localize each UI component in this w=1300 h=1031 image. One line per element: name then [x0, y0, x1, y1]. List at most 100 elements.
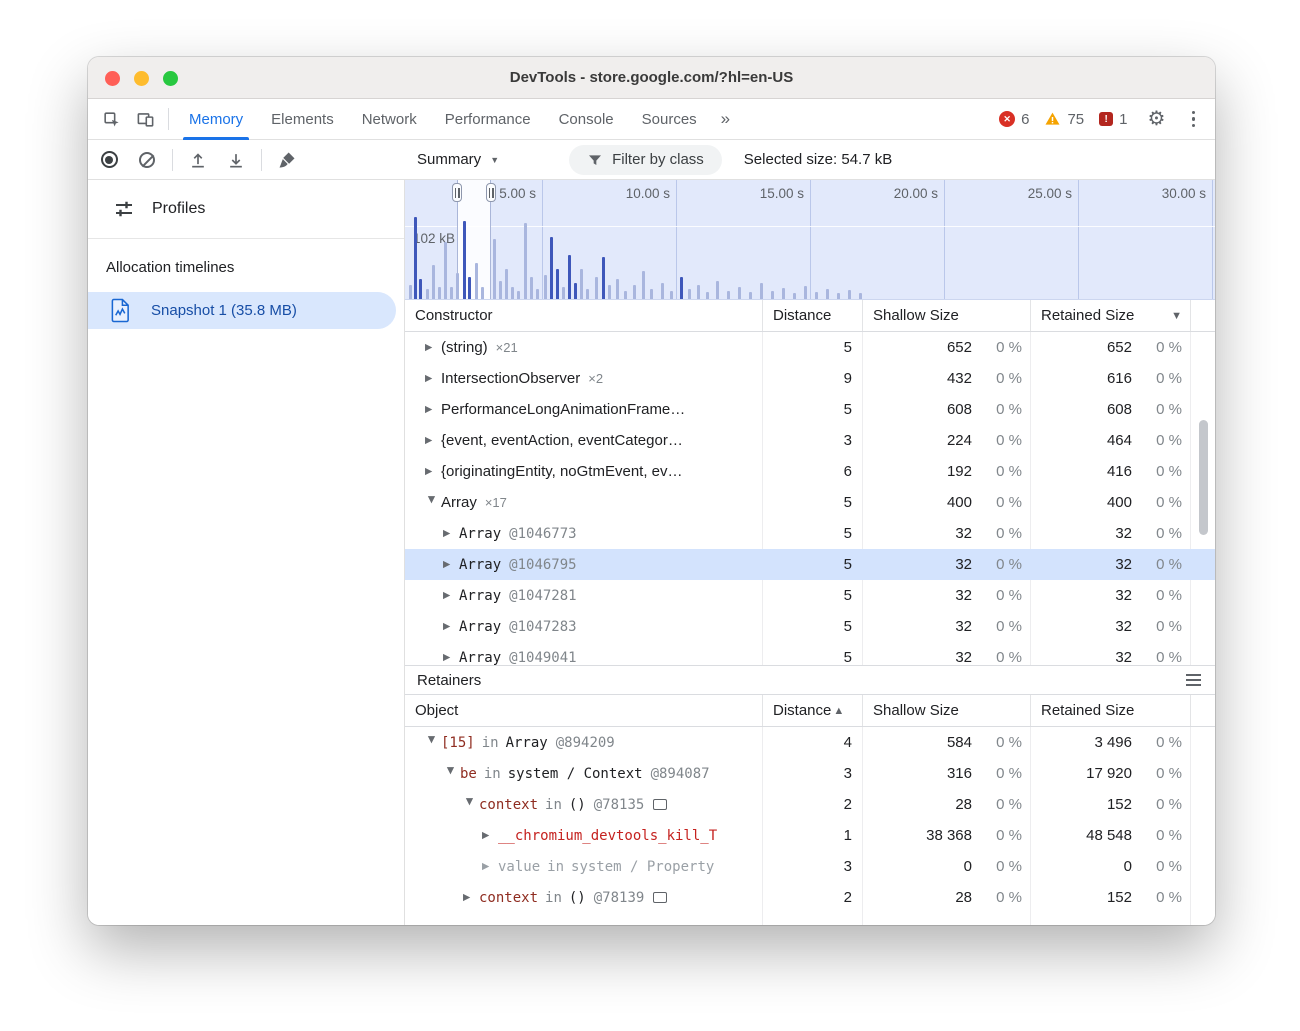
retainer-row[interactable]: ▶__chromium_devtools_kill_T138 3680 %48 …	[405, 820, 1215, 851]
constructor-row[interactable]: ▶Array@10472815320 %320 %	[405, 580, 1215, 611]
collapse-arrow[interactable]: ▶	[464, 798, 475, 812]
constructor-row[interactable]: ▶Array@10467955320 %320 %	[405, 549, 1215, 580]
cell-constructor: ▶Array×17	[405, 494, 762, 511]
reveal-frame-icon[interactable]	[653, 892, 667, 903]
allocation-bar	[716, 281, 719, 299]
retainer-type: Array	[506, 735, 548, 751]
allocation-bar	[409, 285, 412, 299]
expand-arrow[interactable]: ▶	[482, 830, 498, 841]
collapse-arrow[interactable]: ▶	[445, 767, 456, 781]
column-header-constructor[interactable]: Constructor	[405, 300, 762, 331]
size-value: 32	[1030, 556, 1132, 573]
warning-badge[interactable]: 75	[1044, 111, 1084, 128]
cell-shal-size: 4320 %	[862, 370, 1030, 387]
settings-button[interactable]: ⚙	[1143, 103, 1171, 135]
expand-arrow[interactable]: ▶	[463, 892, 479, 903]
selection-left-handle[interactable]	[452, 183, 462, 202]
object-id: @1046773	[509, 526, 576, 542]
close-window-button[interactable]	[105, 71, 120, 86]
size-value: 3 496	[1030, 734, 1132, 751]
allocation-bar	[536, 289, 539, 299]
clear-profiles-button[interactable]	[128, 144, 166, 176]
retainer-type: system / Property	[571, 859, 714, 875]
column-header-shallow-size[interactable]: Shallow Size	[862, 300, 1030, 331]
expand-arrow[interactable]: ▶	[425, 466, 441, 477]
size-value: 38 368	[862, 827, 972, 844]
column-header-retained-size[interactable]: Retained Size	[1030, 695, 1190, 726]
size-value: 432	[862, 370, 972, 387]
column-header-object[interactable]: Object	[405, 695, 762, 726]
expand-arrow[interactable]: ▶	[425, 435, 441, 446]
tab-sources[interactable]: Sources	[628, 99, 711, 140]
expand-arrow[interactable]: ▶	[443, 652, 459, 663]
column-header-distance[interactable]: Distance ▲	[762, 695, 862, 726]
constructor-row[interactable]: ▶Array@10467735320 %320 %	[405, 518, 1215, 549]
main-menu-button[interactable]	[1186, 107, 1202, 132]
cell-shal-size: 4000 %	[862, 494, 1030, 511]
allocation-bar	[804, 286, 807, 299]
retainer-row[interactable]: ▶[15]inArray@89420945840 %3 4960 %	[405, 727, 1215, 758]
vertical-scrollbar-thumb[interactable]	[1199, 420, 1208, 535]
constructor-row[interactable]: ▶{event, eventAction, eventCategor…32240…	[405, 425, 1215, 456]
timeline[interactable]: 5.00 s10.00 s15.00 s20.00 s25.00 s30.00 …	[405, 180, 1215, 300]
constructor-row[interactable]: ▶Array×1754000 %4000 %	[405, 487, 1215, 518]
expand-arrow[interactable]: ▶	[443, 621, 459, 632]
collapse-arrow[interactable]: ▶	[426, 496, 437, 511]
size-value: 0	[1030, 858, 1132, 875]
expand-arrow[interactable]: ▶	[443, 528, 459, 539]
retainers-menu-button[interactable]	[1184, 670, 1203, 689]
constructor-row[interactable]: ▶{originatingEntity, noGtmEvent, ev…6192…	[405, 456, 1215, 487]
expand-arrow[interactable]: ▶	[425, 404, 441, 415]
constructor-row[interactable]: ▶(string)×2156520 %6520 %	[405, 332, 1215, 363]
device-toolbar-button[interactable]	[128, 103, 162, 135]
expand-arrow[interactable]: ▶	[425, 373, 441, 384]
retainer-row[interactable]: ▶contextin()@781352280 %1520 %	[405, 789, 1215, 820]
expand-arrow[interactable]: ▶	[425, 342, 441, 353]
expand-arrow[interactable]: ▶	[443, 559, 459, 570]
tab-strip: MemoryElementsNetworkPerformanceConsoleS…	[175, 99, 711, 140]
cell-ret-size: 00 %	[1030, 858, 1190, 875]
upload-icon	[188, 150, 208, 170]
constructor-row[interactable]: ▶IntersectionObserver×294320 %6160 %	[405, 363, 1215, 394]
collapse-arrow[interactable]: ▶	[426, 736, 437, 750]
save-profile-button[interactable]	[217, 144, 255, 176]
sidebar-item-snapshot-1[interactable]: Snapshot 1 (35.8 MB)	[88, 292, 396, 329]
issues-badge[interactable]: ! 1	[1099, 111, 1127, 128]
retainer-row[interactable]: ▶contextin()@781392280 %1520 %	[405, 882, 1215, 913]
tab-memory[interactable]: Memory	[175, 99, 257, 140]
expand-arrow[interactable]: ▶	[482, 861, 498, 872]
tab-network[interactable]: Network	[348, 99, 431, 140]
devtools-tab-bar: MemoryElementsNetworkPerformanceConsoleS…	[88, 99, 1215, 140]
retainer-row[interactable]: ▶beinsystem / Context@89408733160 %17 92…	[405, 758, 1215, 789]
column-header-shallow-size[interactable]: Shallow Size	[862, 695, 1030, 726]
cell-constructor: ▶IntersectionObserver×2	[405, 370, 762, 387]
more-tabs-button[interactable]: »	[711, 109, 740, 129]
class-filter-input[interactable]: Filter by class	[569, 145, 722, 175]
inspect-element-button[interactable]	[94, 103, 128, 135]
size-value: 32	[862, 587, 972, 604]
allocation-bar	[568, 255, 571, 299]
constructor-row[interactable]: ▶Array@10490415320 %320 %	[405, 642, 1215, 665]
reveal-frame-icon[interactable]	[653, 799, 667, 810]
tab-performance[interactable]: Performance	[431, 99, 545, 140]
zoom-window-button[interactable]	[163, 71, 178, 86]
error-badge[interactable]: ✕ 6	[999, 111, 1029, 128]
cell-shal-size: 1920 %	[862, 463, 1030, 480]
allocation-bar	[414, 217, 417, 299]
delete-profile-button[interactable]	[268, 144, 306, 176]
record-heap-button[interactable]	[90, 144, 128, 176]
retainer-row[interactable]: ▶valueinsystem / Property300 %00 %	[405, 851, 1215, 882]
tab-elements[interactable]: Elements	[257, 99, 348, 140]
profiles-sidebar: Profiles Allocation timelines Snapshot 1…	[88, 180, 405, 925]
load-profile-button[interactable]	[179, 144, 217, 176]
column-header-distance[interactable]: Distance	[762, 300, 862, 331]
minimize-window-button[interactable]	[134, 71, 149, 86]
perspective-select[interactable]: Summary ▼	[417, 151, 499, 168]
column-header-retained-size[interactable]: Retained Size ▼	[1030, 300, 1190, 331]
timeline-bars	[405, 180, 1215, 299]
constructor-row[interactable]: ▶Array@10472835320 %320 %	[405, 611, 1215, 642]
tab-console[interactable]: Console	[545, 99, 628, 140]
selection-right-handle[interactable]	[486, 183, 496, 202]
expand-arrow[interactable]: ▶	[443, 590, 459, 601]
constructor-row[interactable]: ▶PerformanceLongAnimationFrame…56080 %60…	[405, 394, 1215, 425]
